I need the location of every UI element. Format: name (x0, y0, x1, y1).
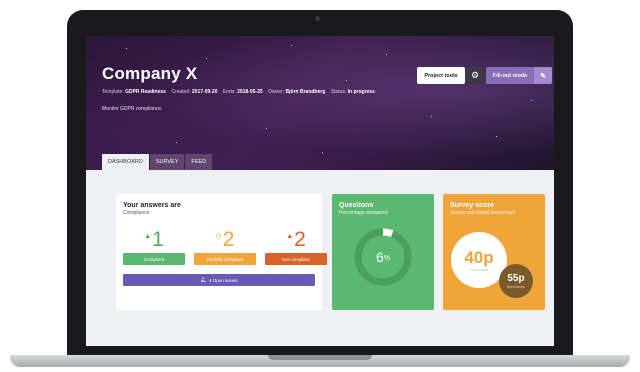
project-tabs: DASHBOARD SURVEY FEED (102, 154, 213, 170)
questions-card: Questions Percentage answered 6 % (332, 194, 434, 310)
stat-not-compliant[interactable]: ▲ 2 Not compliant (265, 228, 327, 265)
benchmark-circle: 55p Benchmark (499, 264, 533, 298)
created-label: Created: (171, 89, 191, 95)
stat-compliant[interactable]: ▲ 1 Compliant (123, 228, 185, 265)
template-value: GDPR Readiness (125, 89, 166, 95)
benchmark-label: Benchmark (507, 284, 525, 289)
survey-score-card: Survey score Versus calculated benchmark… (443, 194, 545, 310)
stat-value: 2 (222, 228, 235, 251)
questions-title: Questions (339, 202, 374, 209)
stat-partially-compliant[interactable]: ◷ 2 Partially compliant (194, 228, 256, 265)
percent-sign: % (383, 255, 391, 262)
fill-out-mode-label: Fill-out mode (492, 72, 528, 79)
percent-answered: 6 % (352, 226, 414, 288)
ends-label: Ends: (222, 89, 236, 95)
ends-value: 2018-05-25 (237, 89, 263, 95)
status-label: Status: (330, 89, 347, 95)
fill-out-mode-button[interactable]: Fill-out mode ✎ (486, 67, 552, 84)
answers-card: Your answers are Compliance ▲ 1 Complian… (116, 194, 327, 310)
open-issues-button[interactable]: 🔔︎ 4 Open issues (123, 274, 315, 286)
your-score-value: 40p (464, 247, 494, 267)
stat-value: 1 (152, 228, 164, 251)
score-subtitle: Versus calculated benchmark (450, 210, 516, 216)
stat-value: 2 (294, 228, 306, 251)
thumbs-up-icon: ▲ (144, 233, 152, 240)
created-value: 2017-09-20 (191, 89, 218, 95)
laptop-notch (268, 355, 372, 360)
open-issues-label: 4 Open issues (208, 277, 238, 283)
app-screen: Company X Template: GDPR Readiness Creat… (86, 36, 554, 346)
status-value: In progress (347, 89, 375, 95)
project-description: Monitor GDPR compliance. (102, 106, 163, 112)
tab-dashboard[interactable]: DASHBOARD (102, 154, 149, 170)
compliance-stats: ▲ 1 Compliant ◷ 2 Partially compliant ▲ (123, 194, 327, 274)
your-score-label: Your score (469, 266, 489, 272)
project-tools-button[interactable]: Project tools (417, 67, 465, 84)
project-header: Company X Template: GDPR Readiness Creat… (86, 36, 554, 170)
camera-dot (315, 16, 320, 21)
page-title: Company X (102, 64, 198, 83)
stat-label: Not compliant (265, 253, 327, 265)
benchmark-value: 55p (507, 272, 525, 284)
project-meta: Template: GDPR Readiness Created: 2017-0… (102, 89, 375, 95)
questions-subtitle: Percentage answered (339, 210, 388, 216)
user-edit-icon: ✎ (534, 67, 552, 84)
tab-survey[interactable]: SURVEY (149, 154, 185, 170)
template-label: Template: (102, 89, 124, 95)
gear-icon: ⚙ (470, 70, 480, 80)
clock-icon: ◷ (215, 233, 222, 240)
owner-value: Björn Brandberg (285, 89, 326, 95)
tab-feed[interactable]: FEED (185, 154, 213, 170)
settings-button[interactable]: ⚙ (466, 67, 484, 84)
stat-label: Partially compliant (194, 253, 256, 265)
owner-label: Owner: (268, 89, 285, 95)
percent-value: 6 (375, 249, 384, 265)
bell-icon: 🔔︎ (200, 277, 206, 282)
stat-label: Compliant (123, 253, 185, 265)
warning-icon: ▲ (286, 233, 294, 240)
laptop-lid: Company X Template: GDPR Readiness Creat… (67, 10, 573, 362)
score-title: Survey score (450, 202, 494, 209)
